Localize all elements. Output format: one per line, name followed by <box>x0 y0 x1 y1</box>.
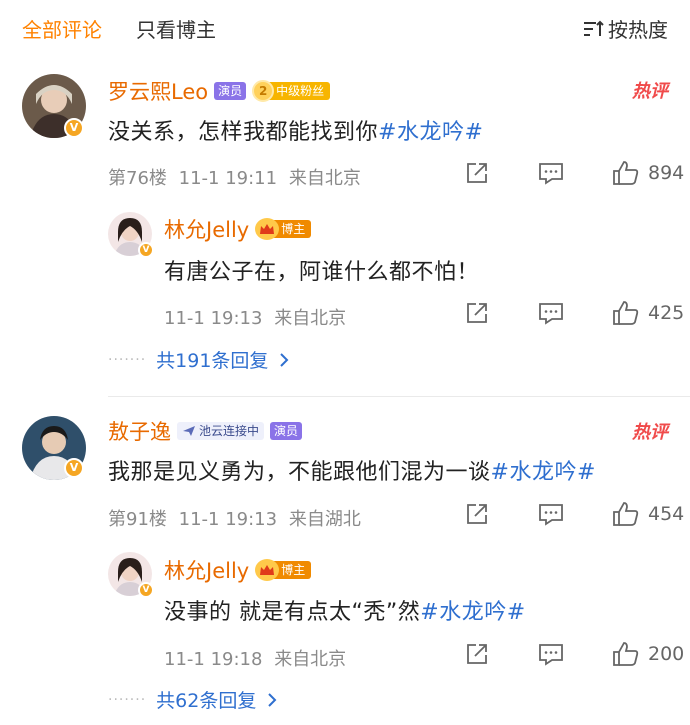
timestamp: 11-1 19:18 <box>164 649 263 670</box>
like-icon <box>613 642 639 666</box>
username[interactable]: 罗云熙Leo <box>108 76 208 106</box>
reply-text: 有唐公子在，阿谁什么都不怕！ <box>164 254 479 286</box>
divider <box>108 396 690 397</box>
comment-body: 我那是见义勇为，不能跟他们混为一谈 <box>108 460 491 485</box>
paper-plane-icon <box>183 426 195 436</box>
chevron-right-icon <box>280 352 289 367</box>
verified-badge-icon: V <box>138 242 154 258</box>
sort-label: 按热度 <box>608 18 668 42</box>
reply-count: 共62条回复 <box>156 690 257 712</box>
like-button[interactable]: 425 <box>612 300 684 326</box>
reply-actions: 425 <box>464 300 684 326</box>
share-icon[interactable] <box>464 300 490 326</box>
reply-header: 林允Jelly 博主 <box>164 555 312 585</box>
author-badge: 博主 <box>255 559 312 581</box>
hot-comment-badge: 热评 <box>632 81 668 102</box>
username[interactable]: 敖子逸 <box>108 416 171 446</box>
view-replies-link[interactable]: ······· 共191条回复 <box>108 346 290 373</box>
verified-badge-icon: V <box>64 458 84 478</box>
location: 来自北京 <box>288 168 361 189</box>
username[interactable]: 林允Jelly <box>164 555 249 585</box>
tab-author-only[interactable]: 只看博主 <box>136 14 216 43</box>
like-count: 425 <box>648 302 685 324</box>
pool-tag: 池云连接中 <box>177 422 265 440</box>
verified-badge-icon: V <box>138 582 154 598</box>
reply-header: 林允Jelly 博主 <box>164 214 312 244</box>
reply-meta: 11-1 19:18 来自北京 <box>164 645 346 671</box>
chevron-right-icon <box>268 692 277 707</box>
location: 来自北京 <box>274 308 347 329</box>
hot-comment-badge: 热评 <box>632 422 668 443</box>
view-replies-link[interactable]: ······· 共62条回复 <box>108 686 278 713</box>
reply-meta: 11-1 19:13 来自北京 <box>164 304 346 330</box>
comment-tabs: 全部评论 只看博主 按热度 <box>0 0 690 56</box>
comment-icon[interactable] <box>538 160 564 186</box>
reply-actions: 200 <box>464 641 684 667</box>
verified-badge-icon: V <box>64 118 84 138</box>
username[interactable]: 林允Jelly <box>164 214 249 244</box>
comment-meta: 第76楼 11-1 19:11 来自北京 <box>108 164 361 190</box>
comment-header: 罗云熙Leo 演员 2 中级粉丝 <box>108 76 331 106</box>
dots-decoration: ······· <box>108 691 147 708</box>
sort-lines-icon <box>584 20 604 36</box>
fan-level-badge: 2 中级粉丝 <box>252 80 331 102</box>
floor-number: 第91楼 <box>108 509 167 530</box>
comment-text: 没关系，怎样我都能找到你#水龙吟# <box>108 114 483 146</box>
sort-by-hot-button[interactable]: 按热度 <box>582 14 668 43</box>
actor-tag: 演员 <box>270 422 303 440</box>
share-icon[interactable] <box>464 641 490 667</box>
fan-level-number: 2 <box>252 80 275 102</box>
location: 来自北京 <box>274 649 347 670</box>
like-count: 894 <box>648 162 685 184</box>
comment-actions: 894 <box>464 160 684 186</box>
comment-icon[interactable] <box>538 300 564 326</box>
comment-icon[interactable] <box>538 501 564 527</box>
comment-actions: 454 <box>464 501 684 527</box>
pool-tag-label: 池云连接中 <box>199 424 260 438</box>
like-count: 200 <box>648 643 685 665</box>
like-icon <box>613 161 639 185</box>
share-icon[interactable] <box>464 160 490 186</box>
reply-body: 有唐公子在，阿谁什么都不怕！ <box>164 260 480 285</box>
tab-all-comments[interactable]: 全部评论 <box>22 14 102 43</box>
reply-count: 共191条回复 <box>156 350 269 372</box>
hashtag-link[interactable]: #水龙吟# <box>378 120 483 145</box>
dots-decoration: ······· <box>108 351 147 368</box>
like-button[interactable]: 454 <box>612 501 684 527</box>
comment-header: 敖子逸 池云连接中 演员 <box>108 416 303 446</box>
comment-text: 我那是见义勇为，不能跟他们混为一谈#水龙吟# <box>108 454 596 486</box>
timestamp: 11-1 19:11 <box>178 168 278 189</box>
floor-number: 第76楼 <box>108 168 167 189</box>
like-button[interactable]: 200 <box>612 641 684 667</box>
hashtag-link[interactable]: #水龙吟# <box>420 600 525 625</box>
actor-tag: 演员 <box>214 82 247 100</box>
comment-body: 没关系，怎样我都能找到你 <box>108 120 379 145</box>
timestamp: 11-1 19:13 <box>178 509 278 530</box>
like-icon <box>613 502 639 526</box>
share-icon[interactable] <box>464 501 490 527</box>
timestamp: 11-1 19:13 <box>164 308 263 329</box>
author-badge: 博主 <box>255 218 312 240</box>
comment-icon[interactable] <box>538 641 564 667</box>
hashtag-link[interactable]: #水龙吟# <box>491 460 596 485</box>
like-button[interactable]: 894 <box>612 160 684 186</box>
location: 来自湖北 <box>288 509 361 530</box>
comment-meta: 第91楼 11-1 19:13 来自湖北 <box>108 505 361 531</box>
reply-text: 没事的 就是有点太“秃”然#水龙吟# <box>164 594 526 626</box>
fan-level-label: 中级粉丝 <box>266 82 331 100</box>
like-icon <box>613 301 639 325</box>
reply-body: 没事的 就是有点太“秃”然 <box>164 600 421 625</box>
like-count: 454 <box>648 503 685 525</box>
